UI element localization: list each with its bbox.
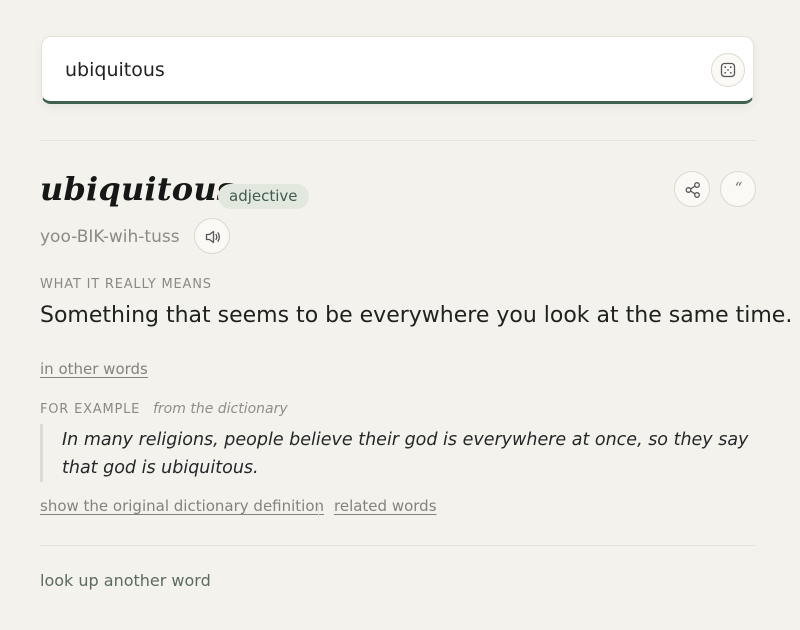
dice-icon — [720, 62, 736, 78]
in-other-words-link[interactable]: in other words — [40, 360, 148, 378]
related-words-link[interactable]: related words — [334, 497, 437, 515]
quote-button[interactable]: “ — [720, 171, 756, 207]
play-pronunciation-button[interactable] — [194, 218, 230, 254]
meaning-label: WHAT IT REALLY MEANS — [40, 277, 212, 292]
example-text: In many religions, people believe their … — [62, 430, 749, 478]
definition-text: Something that seems to be everywhere yo… — [40, 303, 793, 328]
example-quote: In many religions, people believe their … — [40, 424, 756, 482]
pronunciation: yoo-BIK-wih-tuss — [40, 227, 180, 247]
divider-top — [40, 140, 756, 141]
share-icon — [685, 182, 700, 198]
search-input[interactable] — [65, 54, 685, 86]
part-of-speech-badge: adjective — [218, 184, 309, 209]
divider-bottom — [40, 545, 756, 546]
random-word-button[interactable] — [711, 53, 745, 87]
original-definition-link[interactable]: show the original dictionary definition — [40, 497, 324, 515]
share-button[interactable] — [674, 171, 710, 207]
quote-icon: “ — [734, 179, 743, 197]
look-up-another-word-link[interactable]: look up another word — [40, 571, 211, 590]
link-separator — [318, 503, 319, 517]
example-source: from the dictionary — [153, 401, 288, 417]
search-box — [41, 36, 754, 104]
word-title: ubiquitous — [40, 170, 235, 208]
speaker-icon — [205, 230, 220, 244]
example-label: FOR EXAMPLE — [40, 402, 141, 417]
